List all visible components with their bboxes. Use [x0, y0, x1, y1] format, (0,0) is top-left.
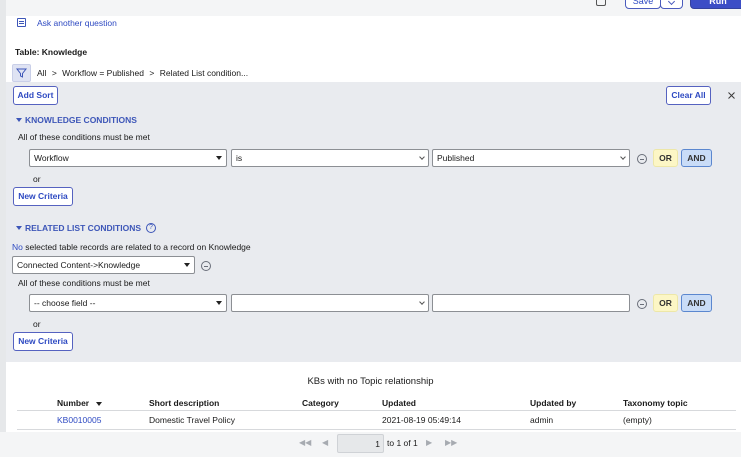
new-criteria-button[interactable]: New Criteria [13, 332, 73, 351]
knowledge-field-value: Workflow [34, 153, 69, 163]
header-divider [17, 410, 736, 411]
clear-all-button[interactable]: Clear All [666, 86, 711, 105]
results-table: Number Short description Category Update… [17, 398, 736, 432]
related-list-conditions-title: RELATED LIST CONDITIONS [25, 223, 142, 233]
chevron-down-icon [419, 154, 425, 160]
column-header-number[interactable]: Number [57, 398, 102, 408]
table-label: Table: Knowledge [15, 47, 88, 57]
or-button[interactable]: OR [653, 294, 678, 312]
related-description-text: selected table records are related to a … [25, 242, 251, 252]
knowledge-rule-text: All of these conditions must be met [18, 132, 150, 142]
first-page-icon[interactable]: ◀◀ [299, 438, 311, 447]
knowledge-operator-select[interactable]: is [231, 149, 429, 167]
remove-condition-icon[interactable] [637, 154, 647, 164]
breadcrumb-separator: > [51, 68, 57, 78]
knowledge-field-select[interactable]: Workflow [29, 149, 227, 167]
ask-icon [17, 18, 26, 27]
breadcrumb-related[interactable]: Related List condition... [160, 68, 248, 78]
relation-select[interactable]: Connected Content->Knowledge [12, 256, 195, 274]
relation-value: Connected Content->Knowledge [17, 260, 141, 270]
page-range-text: to 1 of 1 [387, 438, 418, 448]
collapse-related-icon[interactable] [16, 226, 22, 230]
breadcrumb: All > Workflow = Published > Related Lis… [37, 68, 248, 78]
column-header-category[interactable]: Category [302, 398, 339, 408]
breadcrumb-separator: > [149, 68, 155, 78]
column-header-short-description[interactable]: Short description [149, 398, 219, 408]
help-icon[interactable]: ? [146, 223, 156, 233]
column-header-taxonomy-topic[interactable]: Taxonomy topic [623, 398, 688, 408]
close-icon[interactable] [726, 90, 737, 101]
dropdown-arrow-icon [184, 263, 190, 267]
related-rule-text: All of these conditions must be met [18, 278, 150, 288]
dropdown-arrow-icon [216, 156, 222, 160]
remove-condition-icon[interactable] [637, 299, 647, 309]
and-button[interactable]: AND [681, 149, 712, 167]
breadcrumb-all[interactable]: All [37, 68, 46, 78]
kb-number-link[interactable]: KB0010005 [57, 415, 101, 425]
run-button[interactable]: Run [690, 0, 741, 9]
related-value-input[interactable] [432, 294, 630, 312]
next-page-icon[interactable]: ▶ [426, 438, 432, 447]
dropdown-arrow-icon [216, 301, 222, 305]
filter-icon[interactable] [12, 64, 31, 82]
knowledge-conditions-title: KNOWLEDGE CONDITIONS [25, 115, 137, 125]
save-button[interactable]: Save [625, 0, 661, 9]
collapse-knowledge-icon[interactable] [16, 118, 22, 122]
cell-updated-by: admin [530, 415, 554, 425]
remove-relation-icon[interactable] [201, 261, 211, 271]
no-link[interactable]: No [12, 242, 23, 252]
sort-desc-icon [95, 401, 102, 406]
or-button[interactable]: OR [653, 149, 678, 167]
or-separator: or [33, 319, 41, 329]
knowledge-value-select[interactable]: Published [432, 149, 630, 167]
page-number-input[interactable]: 1 [337, 434, 384, 453]
save-options-button[interactable] [660, 0, 683, 9]
knowledge-operator-value: is [236, 153, 243, 163]
cell-short-description: Domestic Travel Policy [149, 415, 235, 425]
last-page-icon[interactable]: ▶▶ [445, 438, 457, 447]
related-operator-select[interactable] [231, 294, 429, 312]
table-row: KB0010005 Domestic Travel Policy 2021-08… [17, 412, 736, 428]
related-description: No selected table records are related to… [12, 242, 251, 252]
breadcrumb-workflow[interactable]: Workflow = Published [62, 68, 144, 78]
related-field-value: -- choose field -- [34, 298, 96, 308]
new-criteria-button[interactable]: New Criteria [13, 187, 73, 206]
results-title: KBs with no Topic relationship [307, 376, 434, 387]
chevron-down-icon [419, 299, 425, 305]
or-separator: or [33, 174, 41, 184]
add-sort-button[interactable]: Add Sort [13, 86, 58, 105]
row-divider [17, 429, 736, 430]
knowledge-value-text: Published [437, 153, 475, 163]
column-header-updated[interactable]: Updated [382, 398, 416, 408]
ask-another-question-link[interactable]: Ask another question [37, 18, 117, 28]
page-number-value: 1 [375, 439, 380, 449]
chevron-down-icon [667, 0, 676, 6]
chevron-down-icon [620, 154, 626, 160]
and-button[interactable]: AND [681, 294, 712, 312]
overflow-icon[interactable] [596, 0, 606, 6]
cell-taxonomy-topic: (empty) [623, 415, 652, 425]
related-field-select[interactable]: -- choose field -- [29, 294, 227, 312]
prev-page-icon[interactable]: ◀ [322, 438, 328, 447]
cell-updated: 2021-08-19 05:49:14 [382, 415, 461, 425]
column-header-updated-by[interactable]: Updated by [530, 398, 576, 408]
